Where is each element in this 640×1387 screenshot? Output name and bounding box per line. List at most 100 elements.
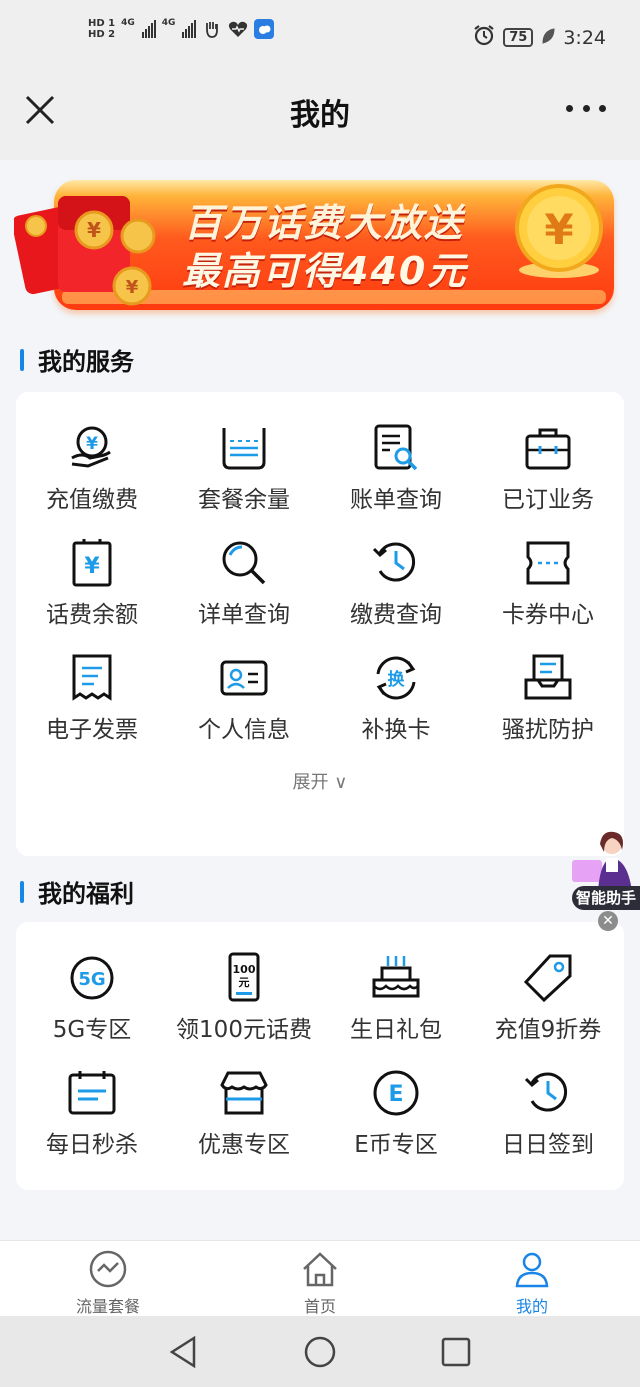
- assistant-avatar-icon: [572, 831, 632, 892]
- home-icon: [303, 1252, 337, 1287]
- home-circle-icon[interactable]: [302, 1334, 338, 1370]
- status-bar: HD 1 HD 2 4G 4G 75 3:24: [0, 0, 640, 80]
- more-options-button[interactable]: [566, 100, 606, 116]
- service-label: 话费余额: [46, 602, 138, 628]
- detail-query-icon: [222, 541, 266, 585]
- shop-icon: [220, 1071, 268, 1115]
- svg-text:¥: ¥: [87, 218, 101, 242]
- benefit-daily-flash[interactable]: 每日秒杀: [16, 1057, 168, 1172]
- promo-banner[interactable]: ¥ ¥ 百万话费大放送 最高可得440元 ¥: [14, 178, 626, 314]
- expand-toggle[interactable]: 展开 ∨: [16, 768, 624, 794]
- coupon-center-icon: [526, 541, 570, 585]
- benefit-label: 生日礼包: [350, 1017, 442, 1043]
- benefits-section-title: 我的福利: [20, 874, 134, 909]
- benefit-e-coin[interactable]: E E币专区: [320, 1057, 472, 1172]
- service-package-balance[interactable]: 套餐余量: [168, 412, 320, 527]
- system-navigation-bar: [0, 1316, 640, 1387]
- benefits-grid: 5G 5G专区 100 元 领100元话费 生日礼包 充值9折券 每日秒杀 优惠专…: [16, 942, 624, 1172]
- package-balance-icon: [222, 428, 266, 470]
- service-replace-card[interactable]: 换 补换卡: [320, 642, 472, 757]
- benefit-label: 优惠专区: [198, 1132, 290, 1158]
- clock-time: 3:24: [563, 26, 606, 49]
- service-balance[interactable]: ¥ 话费余额: [16, 527, 168, 642]
- calendar-icon: [68, 1071, 116, 1115]
- service-personal-info[interactable]: 个人信息: [168, 642, 320, 757]
- benefit-birthday[interactable]: 生日礼包: [320, 942, 472, 1057]
- service-label: 充值缴费: [46, 487, 138, 513]
- service-label: 卡券中心: [502, 602, 594, 628]
- section-marker: [20, 348, 24, 371]
- weather-app-icon: [254, 19, 275, 39]
- harassment-icon: [524, 654, 572, 700]
- benefit-5g[interactable]: 5G 5G专区: [16, 942, 168, 1057]
- services-grid: ¥ 充值缴费 套餐余量 账单查询 已订业务 ¥ 话费余额 详单查询 缴费查询 卡…: [16, 412, 624, 757]
- service-detail-query[interactable]: 详单查询: [168, 527, 320, 642]
- page-title: 我的: [290, 98, 350, 133]
- benefit-checkin[interactable]: 日日签到: [472, 1057, 624, 1172]
- phone-100-icon: 100元: [228, 952, 260, 1002]
- service-subscribed[interactable]: 已订业务: [472, 412, 624, 527]
- recents-icon[interactable]: [438, 1334, 474, 1370]
- svg-text:¥: ¥: [84, 554, 100, 579]
- invoice-icon: [72, 654, 112, 701]
- checkin-icon: [524, 1072, 568, 1112]
- svg-text:¥: ¥: [126, 277, 139, 298]
- benefit-label: 日日签到: [502, 1132, 594, 1158]
- birthday-cake-icon: [372, 956, 420, 998]
- section-marker: [20, 880, 24, 903]
- smart-assistant-button[interactable]: 智能助手: [570, 830, 640, 910]
- bill-query-icon: [374, 424, 418, 471]
- benefit-label: 领100元话费: [176, 1017, 312, 1043]
- signal-icon: [141, 20, 156, 38]
- service-payment-query[interactable]: 缴费查询: [320, 527, 472, 642]
- benefits-card: 5G 5G专区 100 元 领100元话费 生日礼包 充值9折券 每日秒杀 优惠专…: [16, 922, 624, 1190]
- benefit-phone-100[interactable]: 100 元 领100元话费: [168, 942, 320, 1057]
- balance-icon: ¥: [72, 539, 112, 587]
- benefit-label: 每日秒杀: [46, 1132, 138, 1158]
- service-recharge[interactable]: ¥ 充值缴费: [16, 412, 168, 527]
- health-icon: [228, 19, 248, 39]
- hd2-label: HD 2: [88, 29, 116, 40]
- leaf-icon: [541, 27, 555, 49]
- battery-indicator: 75: [503, 28, 534, 47]
- replace-card-icon: 换: [376, 656, 416, 700]
- e-coin-icon: E: [373, 1070, 419, 1116]
- benefit-discount[interactable]: 充值9折券: [472, 942, 624, 1057]
- service-bill-query[interactable]: 账单查询: [320, 412, 472, 527]
- benefits-title-text: 我的福利: [38, 880, 134, 908]
- bottom-navigation: 流量套餐 首页 我的: [0, 1240, 640, 1316]
- svg-text:E: E: [388, 1082, 403, 1107]
- nav-label: 我的: [515, 1297, 548, 1316]
- gold-coin-icon: ¥: [515, 184, 603, 278]
- svg-text:换: 换: [388, 669, 406, 690]
- back-icon[interactable]: [166, 1334, 202, 1370]
- service-label: 详单查询: [198, 602, 290, 628]
- service-label: 套餐余量: [198, 487, 290, 513]
- data-plan-icon: [89, 1250, 127, 1288]
- nav-data-plan[interactable]: 流量套餐: [48, 1249, 168, 1317]
- nav-label: 首页: [303, 1297, 336, 1316]
- subscribed-icon: [525, 428, 571, 470]
- svg-text:¥: ¥: [86, 434, 98, 454]
- discount-tag-icon: [523, 954, 572, 1003]
- services-card: ¥ 充值缴费 套餐余量 账单查询 已订业务 ¥ 话费余额 详单查询 缴费查询 卡…: [16, 392, 624, 856]
- red-envelope-icon: ¥ ¥: [14, 196, 156, 306]
- network-label-2: 4G: [161, 18, 176, 28]
- benefit-label: E币专区: [354, 1132, 438, 1158]
- banner-headline: 百万话费大放送: [184, 201, 465, 245]
- personal-info-icon: [220, 660, 268, 696]
- hd-indicator: HD 1 HD 2: [88, 18, 115, 40]
- assistant-close-button[interactable]: ✕: [598, 911, 618, 931]
- services-title-text: 我的服务: [38, 348, 134, 376]
- svg-text:¥: ¥: [544, 205, 573, 254]
- nav-label: 流量套餐: [75, 1297, 140, 1316]
- profile-icon: [515, 1252, 549, 1288]
- payment-query-icon: [372, 542, 416, 582]
- service-coupon-center[interactable]: 卡券中心: [472, 527, 624, 642]
- nav-home[interactable]: 首页: [260, 1249, 380, 1317]
- service-invoice[interactable]: 电子发票: [16, 642, 168, 757]
- nav-profile[interactable]: 我的: [472, 1249, 592, 1317]
- benefit-deals[interactable]: 优惠专区: [168, 1057, 320, 1172]
- service-harassment[interactable]: 骚扰防护: [472, 642, 624, 757]
- service-label: 电子发票: [46, 717, 138, 743]
